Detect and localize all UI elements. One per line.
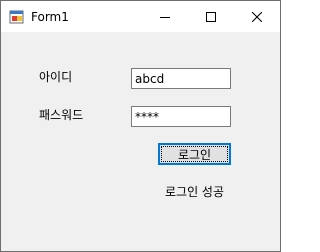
- login-button[interactable]: 로그인: [158, 143, 231, 165]
- status-label: 로그인 성공: [165, 185, 225, 199]
- title-bar[interactable]: Form1: [1, 1, 280, 32]
- minimize-icon: [160, 16, 170, 18]
- form1-window: Form1 아이디 패스워드 로그인 로그인 성공: [0, 0, 281, 252]
- focus-rectangle: [161, 146, 228, 162]
- form-client-area: 아이디 패스워드 로그인 로그인 성공: [1, 32, 280, 251]
- password-input[interactable]: [131, 106, 231, 127]
- close-icon: [252, 11, 262, 22]
- maximize-icon: [206, 11, 216, 22]
- close-button[interactable]: [234, 1, 280, 32]
- id-label: 아이디: [39, 70, 73, 84]
- minimize-button[interactable]: [142, 1, 188, 32]
- maximize-button[interactable]: [188, 1, 234, 32]
- id-input[interactable]: [131, 68, 231, 89]
- password-label: 패스워드: [39, 108, 84, 122]
- window-title: Form1: [31, 10, 69, 24]
- form-app-icon[interactable]: [9, 9, 25, 25]
